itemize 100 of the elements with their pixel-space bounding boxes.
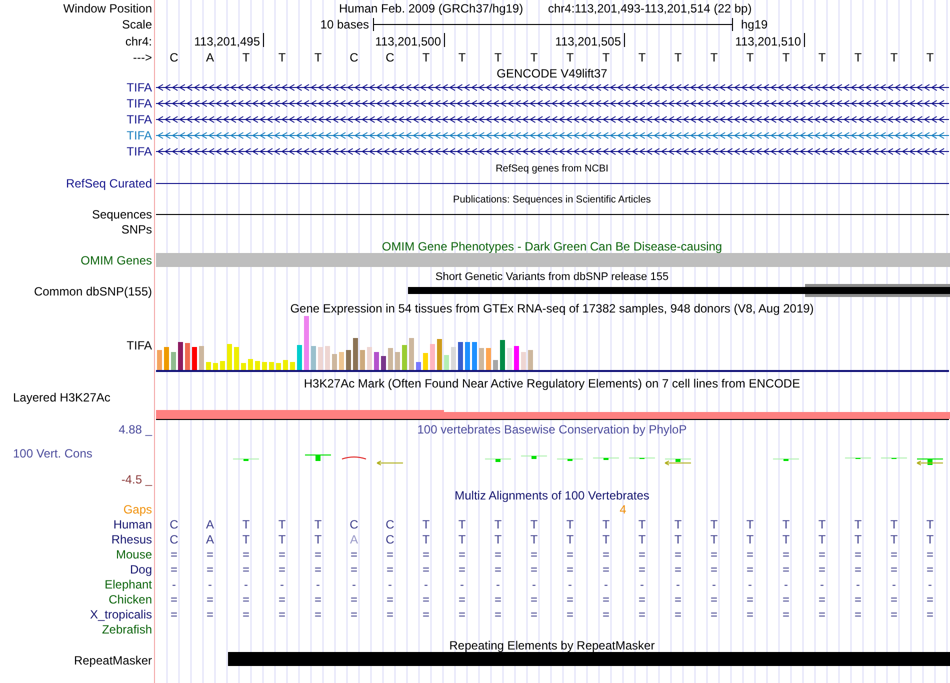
species-label: X_tropicalis [90, 607, 152, 622]
base-letter: C [170, 50, 178, 64]
aligned-base: = [494, 562, 502, 576]
aligned-base: = [674, 592, 682, 606]
aligned-base: = [782, 607, 790, 622]
aligned-base: = [566, 562, 574, 576]
aligned-base: = [494, 547, 502, 562]
aligned-base: - [172, 577, 176, 592]
aligned-base: = [350, 547, 358, 562]
aligned-base: T [926, 517, 934, 532]
aligned-base: - [208, 577, 212, 592]
ruler-label: 113,201,505 [555, 34, 621, 48]
track-label: Common dbSNP(155) [34, 284, 152, 298]
aligned-base: - [424, 577, 428, 592]
aligned-base: = [638, 592, 646, 606]
species-label: Human [113, 517, 152, 532]
base-letter: C [350, 50, 358, 64]
base-letter: T [530, 50, 538, 64]
aligned-base: = [782, 562, 790, 576]
aligned-base: T [710, 532, 718, 546]
base-letter: T [422, 50, 430, 64]
aligned-base: - [532, 577, 536, 592]
position-text: chr4:113,201,493-113,201,514 (22 bp) [548, 1, 752, 16]
base-letter: A [206, 50, 214, 64]
base-letter: T [242, 50, 250, 64]
aligned-base: = [242, 562, 250, 576]
aligned-base: T [602, 517, 610, 532]
base-letter: T [278, 50, 286, 64]
aligned-base: C [350, 517, 358, 532]
species-label: Elephant [104, 577, 152, 592]
aligned-base: - [928, 577, 932, 592]
aligned-base: = [818, 562, 826, 576]
gene-label: TIFA [126, 144, 152, 158]
aligned-base: - [460, 577, 464, 592]
aligned-base: = [386, 592, 394, 606]
row-label: chr4: [125, 34, 152, 48]
aligned-base: = [242, 607, 250, 622]
aligned-base: - [568, 577, 572, 592]
ruler-label: 113,201,495 [194, 34, 260, 48]
aligned-base: - [316, 577, 320, 592]
base-letter: T [602, 50, 610, 64]
aligned-base: = [890, 592, 898, 606]
aligned-base: = [314, 547, 322, 562]
aligned-base: - [388, 577, 392, 592]
track-label: OMIM Genes [80, 253, 152, 268]
aligned-base: C [170, 517, 178, 532]
aligned-base: T [638, 517, 646, 532]
aligned-base: - [676, 577, 680, 592]
aligned-base: - [280, 577, 284, 592]
base-letter: T [674, 50, 682, 64]
base-letter: T [710, 50, 718, 64]
aligned-base: = [206, 607, 214, 622]
aligned-base: T [638, 532, 646, 546]
aligned-base: T [458, 532, 466, 546]
base-letter: C [386, 50, 394, 64]
aligned-base: = [602, 607, 610, 622]
aligned-base: = [890, 607, 898, 622]
aligned-base: C [170, 532, 178, 546]
aligned-base: = [350, 607, 358, 622]
aligned-base: T [242, 517, 250, 532]
base-letter: T [746, 50, 754, 64]
aligned-base: C [386, 532, 394, 546]
aligned-base: = [386, 562, 394, 576]
species-label: Chicken [108, 592, 152, 606]
assembly-label: hg19 [741, 17, 768, 32]
aligned-base: = [926, 592, 934, 606]
aligned-base: = [674, 547, 682, 562]
aligned-base: = [314, 562, 322, 576]
aligned-base: T [242, 532, 250, 546]
aligned-base: = [386, 607, 394, 622]
aligned-base: = [818, 592, 826, 606]
aligned-base: - [244, 577, 248, 592]
base-letter: T [314, 50, 322, 64]
aligned-base: T [710, 517, 718, 532]
aligned-base: = [602, 547, 610, 562]
track-title: Publications: Sequences in Scientific Articles [453, 194, 651, 206]
aligned-base: = [782, 592, 790, 606]
aligned-base: T [818, 532, 826, 546]
aligned-base: T [566, 532, 574, 546]
aligned-base: T [854, 517, 862, 532]
aligned-base: = [458, 547, 466, 562]
aligned-base: = [926, 547, 934, 562]
aligned-base: = [746, 547, 754, 562]
track-title: 100 vertebrates Basewise Conservation by PhyloP [417, 422, 687, 436]
aligned-base: T [422, 517, 430, 532]
aligned-base: T [278, 532, 286, 546]
base-letter: T [818, 50, 826, 64]
aligned-base: - [748, 577, 752, 592]
aligned-base: = [350, 562, 358, 576]
track-title: GENCODE V49lift37 [496, 66, 608, 80]
aligned-base: T [494, 532, 502, 546]
aligned-base: = [854, 547, 862, 562]
tick-mark [444, 32, 445, 48]
aligned-base: T [818, 517, 826, 532]
aligned-base: = [674, 562, 682, 576]
axis-max-label: 4.88 _ [118, 422, 152, 436]
aligned-base: - [856, 577, 860, 592]
tick-mark [624, 32, 625, 48]
base-letter: T [566, 50, 574, 64]
gene-label: TIFA [126, 128, 152, 142]
